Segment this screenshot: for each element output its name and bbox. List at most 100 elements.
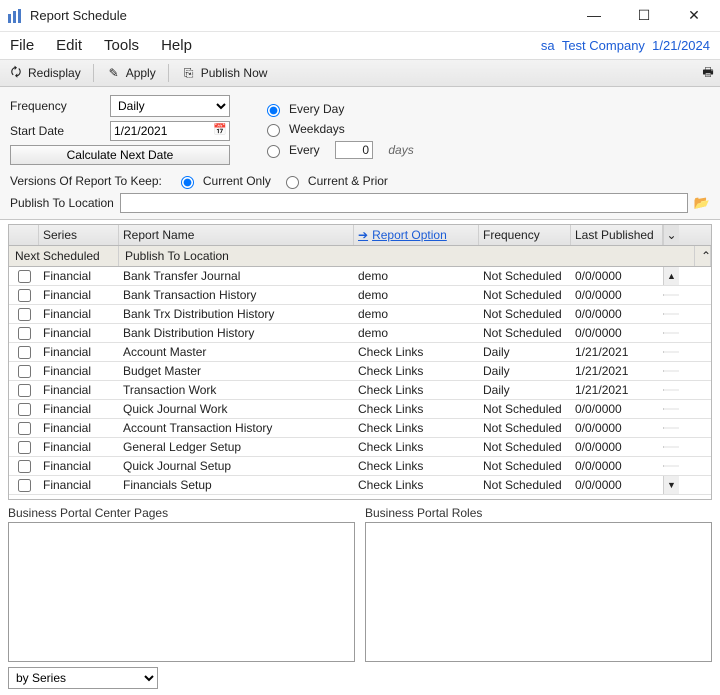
sub-publish-to[interactable]: Publish To Location: [119, 246, 695, 266]
pages-listbox[interactable]: [8, 522, 355, 662]
sub-next-scheduled[interactable]: Next Scheduled: [9, 246, 119, 266]
every-day-radio[interactable]: [267, 104, 280, 117]
every-unit-label: days: [388, 143, 413, 157]
table-row[interactable]: FinancialAccount MasterCheck LinksDaily1…: [9, 343, 711, 362]
row-checkbox[interactable]: [18, 441, 31, 454]
cell-frequency: Not Scheduled: [479, 477, 571, 493]
row-checkbox[interactable]: [18, 422, 31, 435]
weekdays-radio[interactable]: [267, 124, 280, 137]
frequency-select[interactable]: Daily: [110, 95, 230, 117]
row-checkbox[interactable]: [18, 403, 31, 416]
start-date-input[interactable]: [110, 121, 230, 141]
print-icon[interactable]: 🖶: [700, 65, 716, 81]
menu-tools[interactable]: Tools: [104, 37, 139, 54]
table-row[interactable]: FinancialFinancials SetupCheck LinksNot …: [9, 476, 711, 495]
table-row[interactable]: FinancialBudget MasterCheck LinksDaily1/…: [9, 362, 711, 381]
cell-series: Financial: [39, 287, 119, 303]
sort-select[interactable]: by Series: [8, 667, 158, 689]
row-checkbox[interactable]: [18, 270, 31, 283]
current-only-radio[interactable]: [181, 176, 194, 189]
calculate-next-date-button[interactable]: Calculate Next Date: [10, 145, 230, 165]
table-row[interactable]: FinancialQuick Journal WorkCheck LinksNo…: [9, 400, 711, 419]
versions-label: Versions Of Report To Keep:: [10, 174, 162, 188]
apply-label: Apply: [126, 66, 156, 80]
weekdays-option[interactable]: Weekdays: [262, 121, 414, 137]
collapse-columns-icon[interactable]: ⌃: [695, 246, 711, 266]
redisplay-button[interactable]: 🗘 Redisplay: [4, 63, 85, 83]
status-user-company: sa Test Company 1/21/2024: [541, 38, 710, 53]
cell-frequency: Not Scheduled: [479, 458, 571, 474]
status-company[interactable]: Test Company: [562, 38, 645, 53]
scroll-down-icon[interactable]: ▼: [668, 477, 675, 493]
status-date[interactable]: 1/21/2024: [652, 38, 710, 53]
pages-label: Business Portal Center Pages: [8, 506, 355, 520]
cell-report-name: General Ledger Setup: [119, 439, 354, 455]
status-user[interactable]: sa: [541, 38, 555, 53]
maximize-button[interactable]: ☐: [630, 7, 658, 24]
row-checkbox[interactable]: [18, 327, 31, 340]
cell-report-option: demo: [354, 325, 479, 341]
cell-frequency: Not Scheduled: [479, 325, 571, 341]
current-prior-radio[interactable]: [286, 176, 299, 189]
report-grid: Series Report Name ➔Report Option Freque…: [8, 224, 712, 500]
menu-edit[interactable]: Edit: [56, 37, 82, 54]
col-series[interactable]: Series: [39, 225, 119, 245]
cell-series: Financial: [39, 325, 119, 341]
cell-report-name: Bank Transaction History: [119, 287, 354, 303]
apply-button[interactable]: ✎ Apply: [102, 63, 160, 83]
cell-frequency: Not Scheduled: [479, 287, 571, 303]
expand-columns-icon[interactable]: ⌄: [663, 225, 679, 245]
cell-last-published: 1/21/2021: [571, 363, 663, 379]
cell-last-published: 0/0/0000: [571, 458, 663, 474]
col-frequency[interactable]: Frequency: [479, 225, 571, 245]
row-checkbox[interactable]: [18, 384, 31, 397]
cell-series: Financial: [39, 458, 119, 474]
col-report-name[interactable]: Report Name: [119, 225, 354, 245]
table-row[interactable]: FinancialQuick Journal SetupCheck LinksN…: [9, 457, 711, 476]
every-day-option[interactable]: Every Day: [262, 101, 414, 117]
col-report-option[interactable]: ➔Report Option: [354, 225, 479, 245]
menu-help[interactable]: Help: [161, 37, 192, 54]
cell-report-name: Account Transaction History: [119, 420, 354, 436]
table-row[interactable]: FinancialBank Trx Distribution Historyde…: [9, 305, 711, 324]
start-date-label: Start Date: [10, 124, 110, 138]
menu-file[interactable]: File: [10, 37, 34, 54]
table-row[interactable]: FinancialBank Transfer JournaldemoNot Sc…: [9, 267, 711, 286]
row-checkbox[interactable]: [18, 289, 31, 302]
publish-location-input[interactable]: [120, 193, 688, 213]
minimize-button[interactable]: —: [580, 7, 608, 24]
col-checkbox[interactable]: [9, 225, 39, 245]
publish-now-button[interactable]: ⎘ Publish Now: [177, 63, 272, 83]
menubar: File Edit Tools Help sa Test Company 1/2…: [0, 32, 720, 60]
row-checkbox[interactable]: [18, 365, 31, 378]
cell-frequency: Not Scheduled: [479, 401, 571, 417]
table-row[interactable]: FinancialBank Distribution HistorydemoNo…: [9, 324, 711, 343]
every-n-input[interactable]: 0: [335, 141, 373, 159]
toolbar: 🗘 Redisplay ✎ Apply ⎘ Publish Now 🖶: [0, 60, 720, 87]
grid-subheader: Next Scheduled Publish To Location ⌃: [9, 246, 711, 267]
cell-series: Financial: [39, 477, 119, 493]
cell-report-option: Check Links: [354, 477, 479, 493]
row-checkbox[interactable]: [18, 479, 31, 492]
folder-icon[interactable]: 📂: [694, 195, 710, 211]
refresh-icon: 🗘: [8, 65, 24, 81]
table-row[interactable]: FinancialTransaction WorkCheck LinksDail…: [9, 381, 711, 400]
every-n-option[interactable]: Every 0 days: [262, 141, 414, 159]
row-checkbox[interactable]: [18, 308, 31, 321]
cell-report-option: Check Links: [354, 458, 479, 474]
roles-listbox[interactable]: [365, 522, 712, 662]
current-only-option[interactable]: Current Only: [176, 173, 271, 189]
row-checkbox[interactable]: [18, 346, 31, 359]
close-button[interactable]: ✕: [680, 7, 708, 24]
table-row[interactable]: FinancialBank Transaction HistorydemoNot…: [9, 286, 711, 305]
scroll-up-icon[interactable]: ▲: [668, 268, 675, 284]
cell-last-published: 1/21/2021: [571, 344, 663, 360]
table-row[interactable]: FinancialAccount Transaction HistoryChec…: [9, 419, 711, 438]
cell-frequency: Daily: [479, 382, 571, 398]
current-prior-option[interactable]: Current & Prior: [281, 173, 388, 189]
col-last-published[interactable]: Last Published: [571, 225, 663, 245]
row-checkbox[interactable]: [18, 460, 31, 473]
table-row[interactable]: FinancialGeneral Ledger SetupCheck Links…: [9, 438, 711, 457]
every-n-radio[interactable]: [267, 145, 280, 158]
calendar-icon[interactable]: 📅: [213, 123, 227, 136]
